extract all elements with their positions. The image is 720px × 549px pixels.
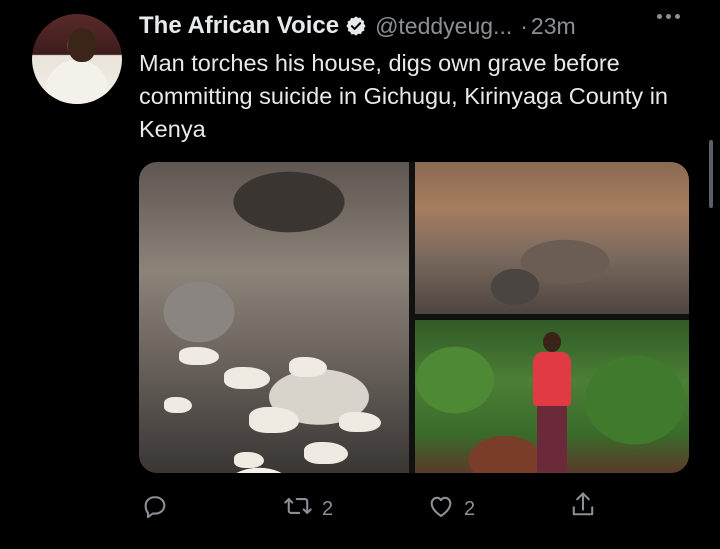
photo-burnt-ground[interactable] xyxy=(139,162,409,473)
like-count: 2 xyxy=(464,497,476,520)
verified-badge-icon xyxy=(345,15,367,37)
avatar-head xyxy=(68,28,96,62)
tweet[interactable]: The African Voice @teddyeug... · 23m Man… xyxy=(0,0,720,549)
avatar-shirt xyxy=(46,60,108,104)
ash-shard xyxy=(234,452,264,468)
heart-icon xyxy=(427,492,455,526)
more-dots-icon[interactable] xyxy=(657,14,680,19)
author-handle[interactable]: @teddyeug... xyxy=(375,13,512,40)
retweet-icon xyxy=(283,492,313,526)
ash-shard xyxy=(339,412,381,432)
retweet-count: 2 xyxy=(322,497,334,520)
media-grid xyxy=(139,162,689,473)
timestamp[interactable]: 23m xyxy=(531,13,576,40)
ash-shard xyxy=(304,442,348,464)
author-name[interactable]: The African Voice xyxy=(139,12,339,40)
tweet-text: Man torches his house, digs own grave be… xyxy=(139,50,669,142)
woman-figure xyxy=(527,330,577,473)
ash-shard xyxy=(179,347,219,365)
ash-shard xyxy=(249,407,299,433)
photo-woman-in-garden[interactable] xyxy=(415,320,689,473)
ash-shard xyxy=(164,397,192,413)
photo-burnt-debris[interactable] xyxy=(415,162,689,314)
avatar[interactable] xyxy=(32,14,122,104)
share-icon xyxy=(569,490,597,526)
like-button[interactable]: 2 xyxy=(427,492,475,526)
reply-icon xyxy=(141,492,169,526)
ash-shard xyxy=(289,357,327,377)
action-bar: 2 2 xyxy=(0,486,720,526)
separator-dot: · xyxy=(520,12,528,39)
share-button[interactable] xyxy=(569,490,597,526)
reply-button[interactable] xyxy=(141,492,169,526)
tweet-header: The African Voice @teddyeug... · 23m xyxy=(139,10,576,42)
retweet-button[interactable]: 2 xyxy=(283,492,333,526)
scrollbar[interactable] xyxy=(709,140,713,208)
ash-shard xyxy=(224,367,270,389)
